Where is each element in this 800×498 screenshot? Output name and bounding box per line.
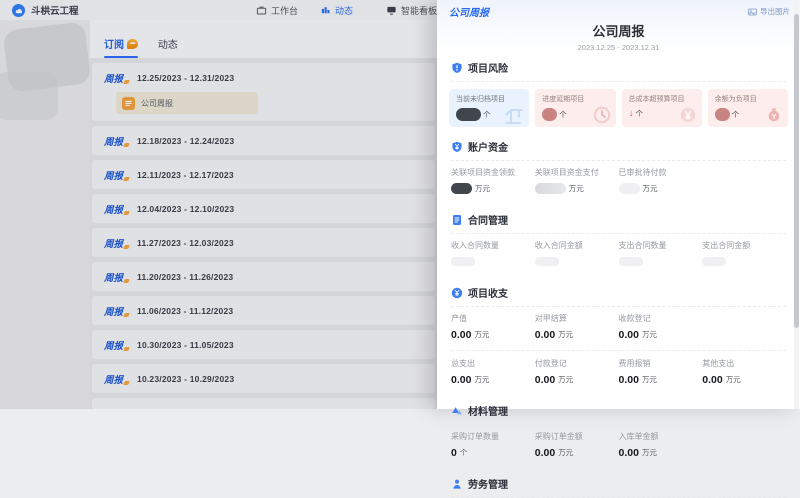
section-funds-header: 账户资金 xyxy=(451,131,786,161)
export-image-icon xyxy=(748,8,757,16)
stat-purchase-order-amount: 采购订单金额 0.00万元 xyxy=(535,431,619,459)
masked-value xyxy=(702,257,726,266)
export-image-button[interactable]: 导出图片 xyxy=(748,6,790,17)
section-title: 合同管理 xyxy=(468,212,508,227)
drawer-title: 公司周报 xyxy=(449,4,489,19)
risk-cards: 当前未归档项目 个 进度延期项目 个 总成本超预算项目 xyxy=(449,89,788,127)
masked-value xyxy=(451,183,472,194)
contracts-stats: 收入合同数量 收入合同金额 支出合同数量 支出合同金额 xyxy=(451,240,786,277)
masked-value xyxy=(542,108,557,121)
section-title: 项目收支 xyxy=(468,285,508,300)
modal-backdrop[interactable] xyxy=(0,0,437,409)
materials-stats: 采购订单数量 0个 采购订单金额 0.00万元 入库单金额 0.00万元 xyxy=(451,431,786,468)
report-title: 公司周报 xyxy=(437,21,800,40)
masked-value xyxy=(619,183,640,194)
stat-total-expense: 总支出 0.00万元 xyxy=(451,358,535,386)
stat-expense-contract-amount: 支出合同金额 xyxy=(702,240,786,268)
budget-stats-row1: 产值 0.00万元 对甲结算 0.00万元 收款登记 0.00万元 xyxy=(451,313,786,351)
section-title: 项目风险 xyxy=(468,60,508,75)
masked-value xyxy=(535,183,566,194)
stat-owner-settlement: 对甲结算 0.00万元 xyxy=(535,313,619,341)
stat-other-expense: 其他支出 0.00万元 xyxy=(702,358,786,386)
yen-circle-blue-icon xyxy=(451,287,463,299)
masked-value xyxy=(619,257,643,266)
stat-inbound-amount: 入库单金额 0.00万元 xyxy=(619,431,703,459)
stat-expense-contract-count: 支出合同数量 xyxy=(619,240,703,268)
section-labor-header: 劳务管理 xyxy=(451,468,786,498)
masked-value xyxy=(535,257,559,266)
masked-value xyxy=(451,257,475,266)
risk-card-negative-balance: 余额为负项目 个 xyxy=(708,89,788,127)
risk-card-unarchived: 当前未归档项目 个 xyxy=(449,89,529,127)
stat-funds-received: 关联项目资金领款 万元 xyxy=(451,167,535,195)
export-label: 导出图片 xyxy=(760,6,790,17)
section-risk-header: 项目风险 xyxy=(451,52,786,82)
report-range: 2023.12.25 - 2023.12.31 xyxy=(437,43,800,52)
stat-output-value: 产值 0.00万元 xyxy=(451,313,535,341)
stat-receipt-registration: 收款登记 0.00万元 xyxy=(619,313,703,341)
section-contracts-header: 合同管理 xyxy=(451,204,786,234)
stat-purchase-order-count: 采购订单数量 0个 xyxy=(451,431,535,459)
section-title: 账户资金 xyxy=(468,139,508,154)
masked-value xyxy=(456,108,481,121)
drawer-header: 公司周报 导出图片 公司周报 2023.12.25 - 2023.12.31 xyxy=(437,0,800,52)
stat-funds-pending: 已审批待付款 万元 xyxy=(619,167,703,195)
stat-income-contract-amount: 收入合同金额 xyxy=(535,240,619,268)
section-budget-header: 项目收支 xyxy=(451,277,786,307)
shield-alert-icon xyxy=(451,62,463,74)
risk-card-delayed: 进度延期项目 个 xyxy=(535,89,615,127)
risk-card-over-budget: 总成本超预算项目 ↓ 个 xyxy=(622,89,702,127)
weekly-report-drawer: 公司周报 导出图片 公司周报 2023.12.25 - 2023.12.31 项… xyxy=(437,0,800,409)
section-title: 劳务管理 xyxy=(468,476,508,491)
stat-payment-registration: 付款登记 0.00万元 xyxy=(535,358,619,386)
shield-yen-icon xyxy=(451,141,463,153)
down-arrow-glyph: ↓ xyxy=(629,109,634,119)
section-title: 材料管理 xyxy=(468,403,508,418)
funds-stats: 关联项目资金领款 万元 关联项目资金支付 万元 已审批待付款 万元 xyxy=(451,167,786,204)
stat-expense-reimbursement: 费用报销 0.00万元 xyxy=(619,358,703,386)
scrollbar-thumb[interactable] xyxy=(794,14,799,328)
masked-value xyxy=(715,108,730,121)
person-icon xyxy=(451,478,463,490)
contract-doc-icon xyxy=(451,214,463,226)
materials-pyramid-icon xyxy=(451,405,463,417)
section-materials-header: 材料管理 xyxy=(451,395,786,425)
budget-stats-row2: 总支出 0.00万元 付款登记 0.00万元 费用报销 0.00万元 其他支出 … xyxy=(451,358,786,395)
stat-funds-paid: 关联项目资金支付 万元 xyxy=(535,167,619,195)
stat-income-contract-count: 收入合同数量 xyxy=(451,240,535,268)
